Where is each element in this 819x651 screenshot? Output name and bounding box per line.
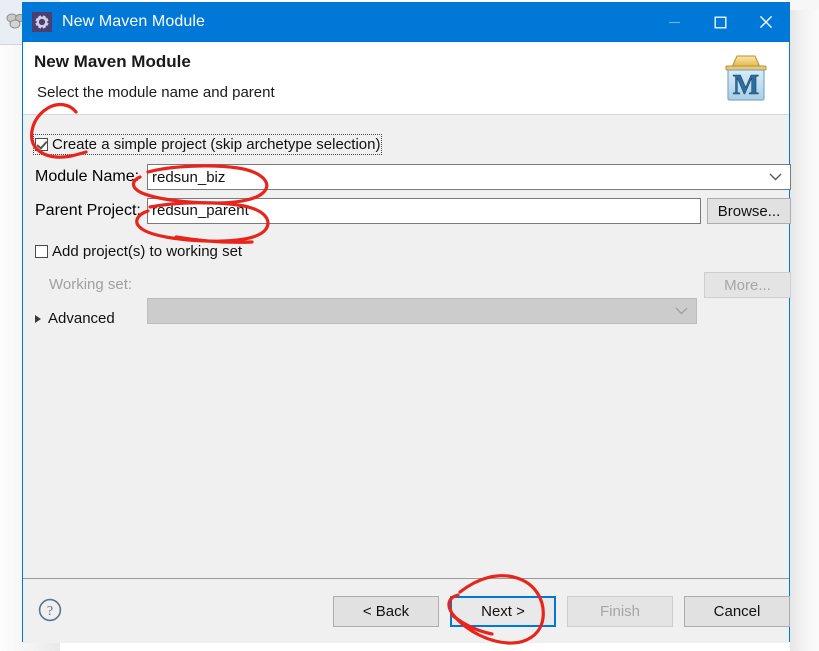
simple-project-checkbox-box[interactable]	[35, 138, 48, 151]
new-maven-module-dialog: New Maven Module New Maven Module Select…	[22, 2, 791, 643]
parent-project-value: redsun_parent	[152, 202, 249, 219]
chevron-down-icon	[675, 307, 688, 315]
window-controls	[651, 2, 789, 42]
browse-button[interactable]: Browse...	[707, 198, 791, 224]
finish-button: Finish	[567, 596, 673, 627]
parent-project-input[interactable]: redsun_parent	[147, 198, 701, 224]
next-button-label: Next >	[481, 603, 525, 620]
minimize-button[interactable]	[651, 2, 697, 42]
background-right-strip	[790, 0, 819, 10]
advanced-label: Advanced	[48, 310, 115, 327]
help-icon[interactable]: ?	[38, 598, 62, 622]
svg-text:M: M	[733, 70, 759, 101]
parent-project-label: Parent Project:	[35, 202, 141, 219]
simple-project-checkbox[interactable]: Create a simple project (skip archetype …	[32, 134, 383, 155]
add-to-working-set-label: Add project(s) to working set	[52, 243, 243, 260]
maximize-button[interactable]	[697, 2, 743, 42]
module-name-input[interactable]: redsun_biz	[147, 164, 791, 190]
module-name-value: redsun_biz	[152, 168, 226, 186]
chevron-right-icon	[35, 314, 41, 323]
svg-text:?: ?	[47, 604, 53, 619]
cancel-button[interactable]: Cancel	[684, 596, 790, 627]
close-button[interactable]	[743, 2, 789, 42]
footer-button-group: < Back Next > Finish Cancel	[333, 596, 790, 627]
gear-icon	[32, 12, 52, 32]
finish-button-label: Finish	[599, 603, 640, 620]
more-button: More...	[704, 272, 791, 298]
working-set-label: Working set:	[49, 276, 133, 293]
page-title: New Maven Module	[34, 52, 191, 71]
back-button[interactable]: < Back	[333, 596, 439, 627]
dialog-title: New Maven Module	[62, 13, 205, 30]
maven-logo-icon: M	[725, 55, 767, 101]
working-set-select	[147, 298, 697, 324]
page-subtitle: Select the module name and parent	[37, 84, 275, 101]
background-right-area	[790, 0, 819, 651]
dialog-body: Create a simple project (skip archetype …	[23, 115, 791, 578]
module-name-label: Module Name:	[35, 168, 140, 185]
more-button-label: More...	[724, 276, 771, 294]
screen: New Maven Module New Maven Module Select…	[0, 0, 819, 651]
cancel-button-label: Cancel	[713, 603, 761, 620]
back-button-label: < Back	[362, 603, 410, 620]
dialog-titlebar[interactable]: New Maven Module	[23, 2, 789, 42]
simple-project-checkbox-label: Create a simple project (skip archetype …	[52, 136, 381, 153]
dialog-header: New Maven Module Select the module name …	[23, 42, 789, 115]
add-to-working-set-checkbox-box[interactable]	[35, 245, 48, 258]
add-to-working-set-checkbox[interactable]: Add project(s) to working set	[35, 243, 242, 260]
chevron-down-icon[interactable]	[769, 173, 782, 181]
advanced-disclosure[interactable]: Advanced	[35, 310, 115, 327]
browse-button-label: Browse...	[717, 202, 781, 220]
next-button[interactable]: Next >	[450, 596, 556, 627]
dialog-footer: ? < Back Next > Finish Cancel	[23, 578, 790, 643]
